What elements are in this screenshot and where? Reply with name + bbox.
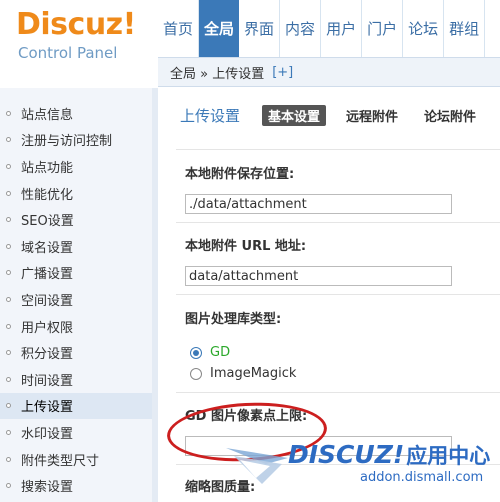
radio-checked-icon[interactable] — [190, 346, 202, 359]
tab-basic-settings[interactable]: 基本设置 — [262, 104, 327, 126]
bullet-icon — [6, 483, 11, 489]
nav-forum[interactable]: 论坛 — [403, 0, 445, 57]
radio-gd[interactable]: GD — [190, 345, 230, 360]
watermark-brand-cn: 应用中心 — [406, 444, 491, 468]
nav-interface[interactable]: 界面 — [239, 0, 281, 57]
bullet-icon — [6, 243, 11, 249]
nav-users[interactable]: 用户 — [321, 0, 363, 57]
watermark-brand: DISCUZ!应用中心 — [288, 440, 490, 470]
row-divider — [176, 222, 500, 223]
bullet-icon — [6, 137, 11, 143]
logo-subtitle: Control Panel — [18, 44, 118, 62]
add-shortcut-link[interactable]: [+] — [272, 65, 293, 80]
bullet-icon — [6, 270, 11, 276]
tab-space[interactable]: 空 — [496, 105, 500, 126]
bullet-icon — [6, 376, 11, 382]
row-divider — [176, 392, 500, 393]
attach-url-input[interactable] — [185, 266, 452, 286]
dismall-watermark: DISCUZ!应用中心 addon.dismall.com — [226, 434, 500, 502]
section-title: 上传设置 — [180, 106, 241, 125]
radio-imagemagick-label: ImageMagick — [210, 366, 297, 381]
nav-group[interactable]: 群组 — [444, 0, 486, 57]
radio-gd-label: GD — [210, 345, 231, 360]
bullet-icon — [6, 323, 11, 329]
bullet-icon — [6, 190, 11, 196]
bullet-icon — [6, 217, 11, 223]
sidebar-item-site-info[interactable]: 站点信息 — [0, 100, 152, 127]
header: Discuz! Control Panel 首页 全局 界面 内容 用户 门户 … — [0, 0, 500, 63]
swoosh-icon — [226, 448, 288, 484]
sidebar-item-performance[interactable]: 性能优化 — [0, 180, 152, 207]
tab-forum-attachments[interactable]: 论坛附件 — [418, 105, 482, 126]
radio-unchecked-icon[interactable] — [190, 367, 202, 380]
image-library-label: 图片处理库类型: — [185, 312, 282, 327]
sidebar-item-register-access[interactable]: 注册与访问控制 — [0, 127, 152, 154]
row-divider — [176, 149, 500, 150]
settings-tabs: 上传设置 基本设置 远程附件 论坛附件 空 — [180, 104, 500, 126]
sidebar-item-space[interactable]: 空间设置 — [0, 286, 152, 313]
sidebar-item-credits[interactable]: 积分设置 — [0, 339, 152, 366]
sidebar-item-upload[interactable]: 上传设置 — [0, 392, 152, 420]
sidebar-item-permissions[interactable]: 用户权限 — [0, 313, 152, 340]
sidebar: 站点信息 注册与访问控制 站点功能 性能优化 SEO设置 域名设置 广播设置 空… — [0, 88, 152, 502]
watermark-url: addon.dismall.com — [360, 470, 484, 485]
attach-url-label: 本地附件 URL 地址: — [185, 239, 307, 254]
breadcrumb: 全局 » 上传设置 [+] — [158, 57, 500, 87]
bullet-icon — [6, 429, 11, 435]
attach-dir-input[interactable] — [185, 194, 452, 214]
discuz-logo[interactable]: Discuz! Control Panel — [16, 7, 156, 63]
sidebar-item-domain[interactable]: 域名设置 — [0, 233, 152, 260]
sidebar-item-watermark[interactable]: 水印设置 — [0, 419, 152, 446]
attach-dir-label: 本地附件保存位置: — [185, 167, 295, 182]
top-navigation: 首页 全局 界面 内容 用户 门户 论坛 群组 — [158, 0, 486, 57]
row-divider — [176, 294, 500, 295]
sidebar-item-attach-types[interactable]: 附件类型尺寸 — [0, 446, 152, 473]
nav-portal[interactable]: 门户 — [362, 0, 404, 57]
sidebar-item-seo[interactable]: SEO设置 — [0, 206, 152, 233]
radio-imagemagick[interactable]: ImageMagick — [190, 366, 296, 381]
sidebar-item-search[interactable]: 搜索设置 — [0, 472, 152, 499]
logo-text: Discuz! — [16, 7, 136, 42]
watermark-brand-text: DISCUZ! — [288, 440, 405, 469]
nav-global[interactable]: 全局 — [199, 0, 240, 57]
bullet-icon — [6, 403, 11, 409]
bullet-icon — [6, 350, 11, 356]
bullet-icon — [6, 110, 11, 116]
sidebar-menu: 站点信息 注册与访问控制 站点功能 性能优化 SEO设置 域名设置 广播设置 空… — [0, 100, 152, 499]
breadcrumb-path: 全局 » 上传设置 — [170, 66, 265, 82]
nav-content[interactable]: 内容 — [280, 0, 322, 57]
bullet-icon — [6, 163, 11, 169]
tab-remote-attachments[interactable]: 远程附件 — [340, 105, 404, 126]
sidebar-item-broadcast[interactable]: 广播设置 — [0, 260, 152, 287]
bullet-icon — [6, 296, 11, 302]
sidebar-item-time[interactable]: 时间设置 — [0, 366, 152, 393]
bullet-icon — [6, 456, 11, 462]
nav-home[interactable]: 首页 — [158, 0, 200, 57]
sidebar-item-site-features[interactable]: 站点功能 — [0, 153, 152, 180]
